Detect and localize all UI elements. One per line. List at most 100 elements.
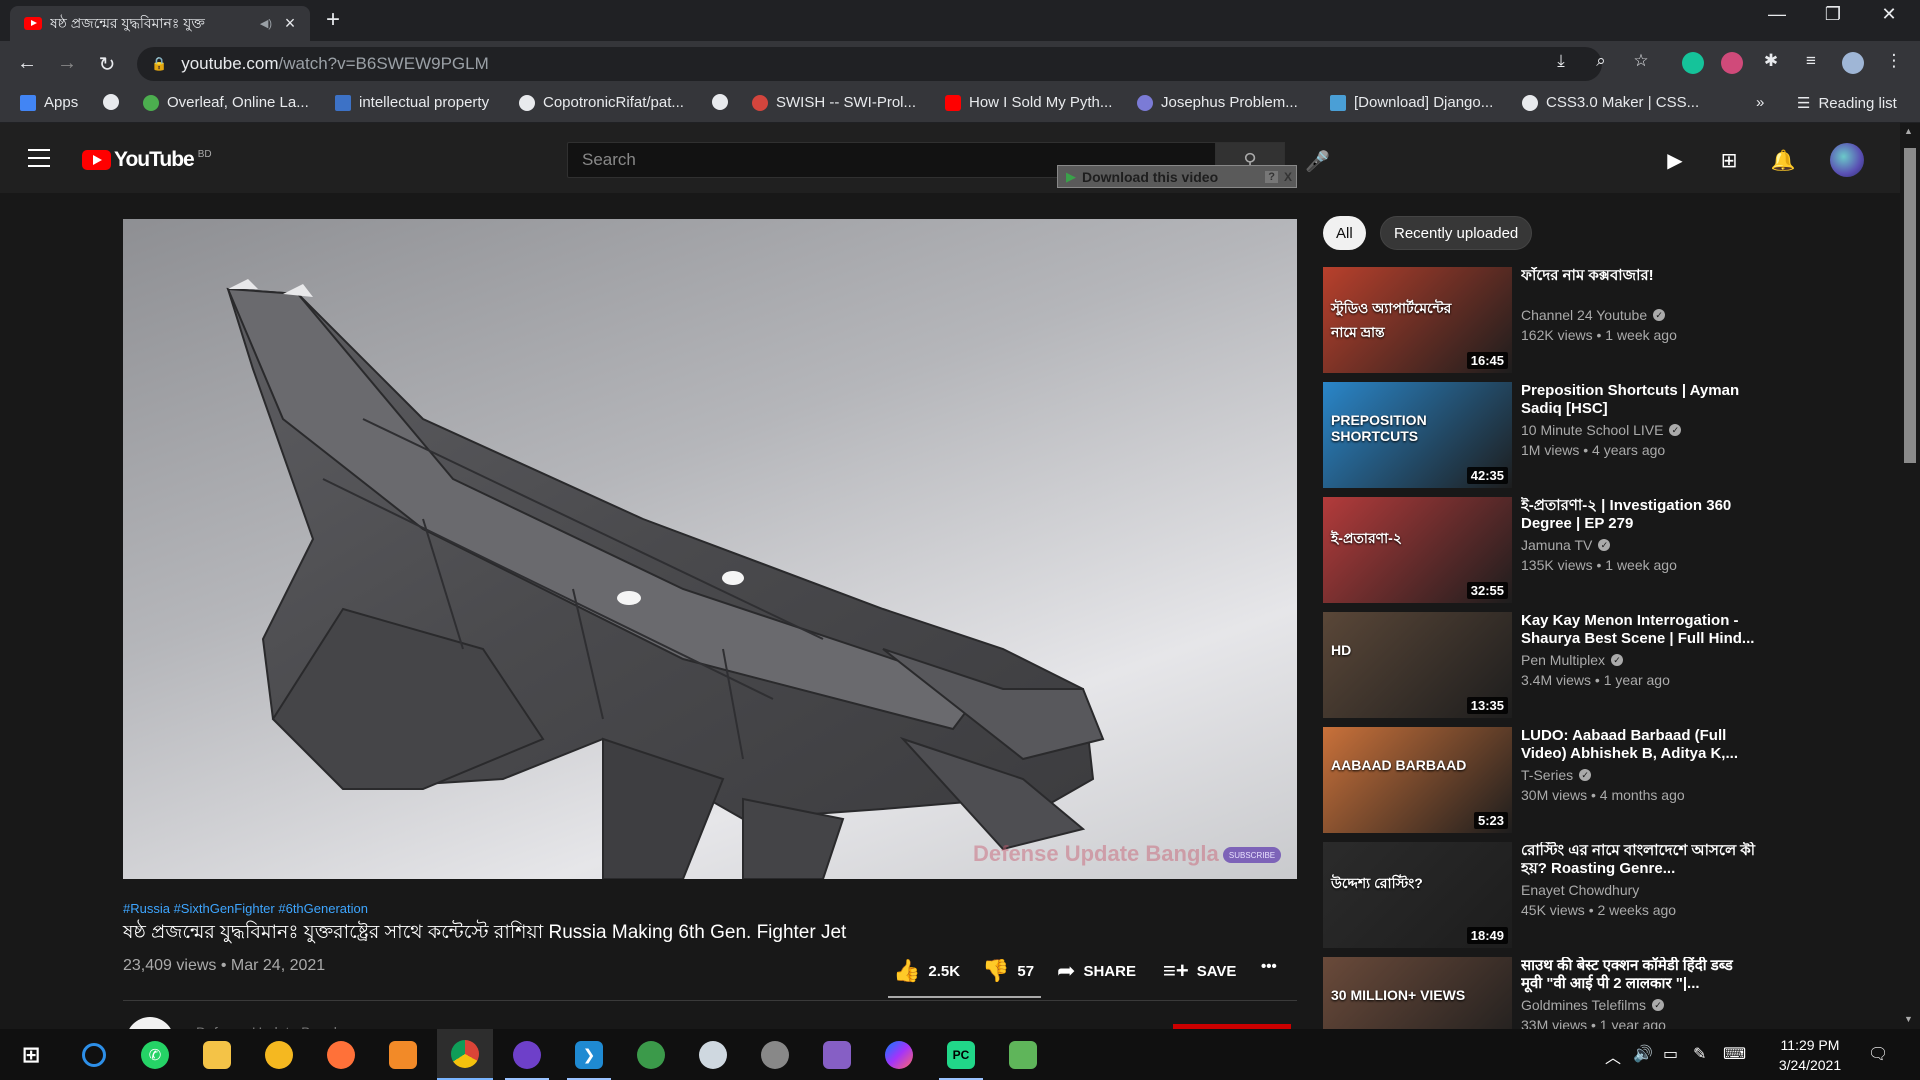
taskbar-app-gear[interactable]	[685, 1029, 741, 1080]
window-close-icon[interactable]: ✕	[1866, 4, 1912, 25]
recommendation-title[interactable]: LUDO: Aabaad Barbaad (Full Video) Abhish…	[1521, 727, 1756, 763]
taskbar-app-satellite[interactable]	[747, 1029, 803, 1080]
scrollbar-thumb[interactable]	[1904, 148, 1916, 463]
new-tab-button[interactable]: +	[326, 6, 340, 34]
taskbar-messenger[interactable]	[871, 1029, 927, 1080]
bookmark-josephus[interactable]: Josephus Problem...	[1137, 94, 1298, 111]
taskbar-app-globe[interactable]	[623, 1029, 679, 1080]
notifications-bell-icon[interactable]: 🔔	[1770, 148, 1796, 173]
taskbar-app-orange[interactable]	[375, 1029, 431, 1080]
download-video-bar[interactable]: ▶ Download this video ? X	[1057, 165, 1297, 188]
system-clock[interactable]: 11:29 PM 3/24/2021	[1760, 1035, 1860, 1075]
volume-icon[interactable]: 🔊	[1633, 1044, 1653, 1064]
recommendation-channel[interactable]: T-Series ✓	[1521, 767, 1592, 783]
bookmark-overleaf[interactable]: Overleaf, Online La...	[143, 94, 309, 111]
keyboard-icon[interactable]: ⌨	[1723, 1044, 1746, 1064]
pen-icon[interactable]: ✎	[1693, 1044, 1706, 1064]
recommendation-card[interactable]: ই-প্রতারণা-২ 32:55 ই-প্রতারণা-২ | Investig…	[1323, 497, 1763, 603]
minimize-icon[interactable]: —	[1754, 4, 1800, 25]
taskbar-github-desktop[interactable]	[499, 1029, 555, 1080]
taskbar-search[interactable]	[66, 1029, 122, 1080]
taskbar-whatsapp[interactable]: ✆	[127, 1029, 183, 1080]
bookmark-apps[interactable]: Apps	[20, 94, 78, 111]
recommendation-title[interactable]: साउथ की बेस्ट एक्शन कॉमेडी हिंदी डब्ड मू…	[1521, 957, 1756, 993]
browser-tab[interactable]: ষষ্ঠ প্রজন্মের যুদ্ধবিমানঃ যুক্ত ◀) ×	[10, 6, 310, 41]
taskbar-file-explorer[interactable]	[189, 1029, 245, 1080]
recommendation-card[interactable]: স্টুডিও অ্যাপার্টমেন্টের নামে ভ্রান্ত 16:…	[1323, 267, 1763, 373]
install-icon[interactable]: ⤓	[1550, 51, 1572, 71]
taskbar-firefox[interactable]	[313, 1029, 369, 1080]
scroll-up-icon[interactable]: ▲	[1904, 126, 1913, 136]
recommendation-channel[interactable]: Goldmines Telefilms ✓	[1521, 997, 1665, 1013]
youtube-logo[interactable]: YouTube BD	[82, 148, 212, 172]
like-button[interactable]: 👍 2.5K	[893, 958, 960, 984]
start-button[interactable]: ⊞	[3, 1029, 59, 1080]
taskbar-app-chart[interactable]	[995, 1029, 1051, 1080]
profile-avatar[interactable]	[1842, 52, 1864, 74]
recommendation-title[interactable]: Preposition Shortcuts | Ayman Sadiq [HSC…	[1521, 382, 1756, 418]
puzzle-extensions-icon[interactable]: ✱	[1760, 51, 1782, 71]
restore-icon[interactable]: ❐	[1810, 4, 1856, 25]
recommendation-channel[interactable]: Enayet Chowdhury	[1521, 882, 1639, 898]
chip-recently-uploaded[interactable]: Recently uploaded	[1380, 216, 1533, 250]
notification-center-icon[interactable]: 🗨	[1868, 1044, 1888, 1064]
bookmark-globe[interactable]	[103, 94, 119, 110]
dislike-button[interactable]: 👎 57	[982, 958, 1034, 984]
apps-grid-icon[interactable]: ⊞	[1716, 148, 1742, 173]
speaker-icon[interactable]: ◀)	[260, 17, 272, 30]
create-video-icon[interactable]: ▶	[1662, 148, 1688, 173]
account-avatar[interactable]	[1830, 143, 1864, 177]
media-control-icon[interactable]: ≡	[1800, 51, 1822, 71]
video-player[interactable]: Defense Update Bangla SUBSCRIBE	[123, 219, 1297, 879]
lock-icon[interactable]: 🔒	[151, 56, 167, 72]
forward-icon[interactable]: →	[55, 52, 79, 75]
reading-list[interactable]: ☰ Reading list	[1797, 94, 1897, 113]
extension-icon[interactable]	[1721, 52, 1743, 74]
bookmark-intellectual-property[interactable]: intellectual property	[335, 94, 489, 111]
more-actions-button[interactable]: •••	[1261, 958, 1277, 975]
recommendation-channel[interactable]: Jamuna TV ✓	[1521, 537, 1611, 553]
video-thumbnail[interactable]: PREPOSITION SHORTCUTS 42:35	[1323, 382, 1512, 488]
close-tab-icon[interactable]: ×	[280, 13, 300, 34]
recommendation-card[interactable]: PREPOSITION SHORTCUTS 42:35 Preposition Sh…	[1323, 382, 1763, 488]
bookmarks-overflow[interactable]: »	[1756, 94, 1764, 111]
video-thumbnail[interactable]: উদ্দেশ্য রোস্টিং? 18:49	[1323, 842, 1512, 948]
taskbar-app-yellow[interactable]	[251, 1029, 307, 1080]
recommendation-card[interactable]: উদ্দেশ্য রোস্টিং? 18:49 রোস্টিং এর নামে বা…	[1323, 842, 1763, 948]
recommendation-card[interactable]: HD 13:35 Kay Kay Menon Interrogation - Sha…	[1323, 612, 1763, 718]
subscribe-watermark[interactable]: SUBSCRIBE	[1223, 847, 1281, 863]
bookmark-star-icon[interactable]: ☆	[1630, 51, 1652, 71]
save-button[interactable]: ≡+ SAVE	[1163, 958, 1236, 984]
address-bar[interactable]: 🔒 youtube.com /watch?v=B6SWEW9PGLM	[137, 47, 1602, 81]
download-help-button[interactable]: ?	[1265, 170, 1278, 183]
chip-all[interactable]: All	[1323, 216, 1366, 250]
recommendation-card[interactable]: AABAAD BARBAAD 5:23 LUDO: Aabaad Barbaad (…	[1323, 727, 1763, 833]
recommendation-channel[interactable]: Channel 24 Youtube ✓	[1521, 307, 1666, 323]
back-icon[interactable]: ←	[15, 52, 39, 75]
bookmark-globe-2[interactable]	[712, 94, 728, 110]
video-thumbnail[interactable]: HD 13:35	[1323, 612, 1512, 718]
taskbar-visual-studio[interactable]	[809, 1029, 865, 1080]
taskbar-pycharm[interactable]: PC	[933, 1029, 989, 1080]
recommendation-title[interactable]: Kay Kay Menon Interrogation - Shaurya Be…	[1521, 612, 1756, 648]
tray-overflow-icon[interactable]: ︿	[1605, 1044, 1621, 1068]
chrome-menu-icon[interactable]: ⋮	[1883, 51, 1905, 71]
share-button[interactable]: ➦ SHARE	[1057, 958, 1136, 984]
scroll-down-icon[interactable]: ▼	[1904, 1014, 1913, 1024]
recommendation-title[interactable]: ই-প্রতারণা-২ | Investigation 360 Degree …	[1521, 497, 1756, 533]
video-thumbnail[interactable]: ই-প্রতারণা-২ 32:55	[1323, 497, 1512, 603]
taskbar-vscode[interactable]: ❯	[561, 1029, 617, 1080]
bookmark-css-maker[interactable]: CSS3.0 Maker | CSS...	[1522, 94, 1699, 111]
bookmark-github[interactable]: CopotronicRifat/pat...	[519, 94, 684, 111]
video-thumbnail[interactable]: স্টুডিও অ্যাপার্টমেন্টের নামে ভ্রান্ত 16:…	[1323, 267, 1512, 373]
download-close-button[interactable]: X	[1284, 170, 1292, 184]
menu-icon[interactable]	[28, 149, 50, 167]
recommendation-channel[interactable]: 10 Minute School LIVE ✓	[1521, 422, 1682, 438]
zoom-icon[interactable]: ⌕	[1590, 51, 1612, 71]
bookmark-swish[interactable]: SWISH -- SWI-Prol...	[752, 94, 916, 111]
bookmark-youtube[interactable]: How I Sold My Pyth...	[945, 94, 1112, 111]
network-icon[interactable]: ▭	[1663, 1044, 1678, 1064]
recommendation-title[interactable]: ফাঁদের নাম কক্সবাজার!	[1521, 267, 1756, 285]
recommendation-title[interactable]: রোস্টিং এর নামে বাংলাদেশে আসলে কী হয়? R…	[1521, 842, 1756, 878]
microphone-icon[interactable]: 🎤	[1305, 149, 1330, 174]
